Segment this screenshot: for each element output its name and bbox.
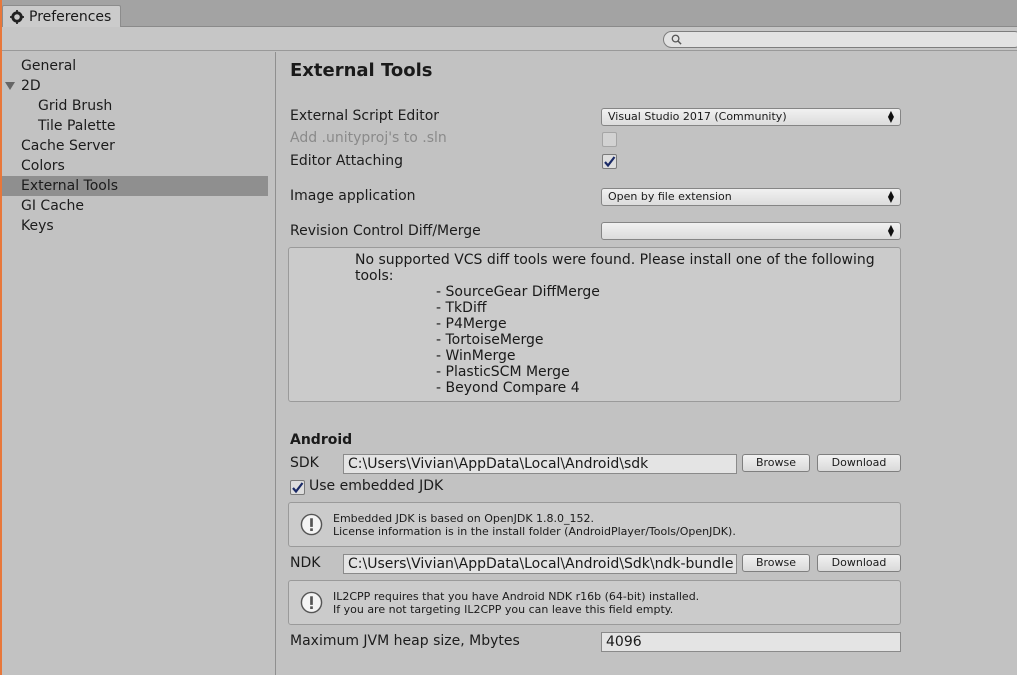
add-unityproj-label: Add .unityproj's to .sln xyxy=(290,130,447,146)
sdk-path-field[interactable]: C:\Users\Vivian\AppData\Local\Android\sd… xyxy=(343,454,737,474)
vcs-tool-item: - TortoiseMerge xyxy=(436,332,544,348)
vcs-tool-item: - SourceGear DiffMerge xyxy=(436,284,600,300)
info-icon xyxy=(300,591,323,614)
ndk-info-box: IL2CPP requires that you have Android ND… xyxy=(288,580,901,625)
ndk-path-field[interactable]: C:\Users\Vivian\AppData\Local\Android\Sd… xyxy=(343,554,737,574)
vcs-message: No supported VCS diff tools were found. … xyxy=(355,252,875,284)
add-unityproj-checkbox[interactable] xyxy=(602,132,617,147)
external-script-editor-dropdown[interactable]: Visual Studio 2017 (Community) ▲ ▼ xyxy=(601,108,901,126)
window-tab-strip: Preferences xyxy=(0,0,1017,28)
dropdown-value: Visual Studio 2017 (Community) xyxy=(608,110,787,123)
info-line: If you are not targeting IL2CPP you can … xyxy=(333,603,674,616)
sidebar-item-gi-cache[interactable]: GI Cache xyxy=(0,196,268,216)
sidebar-item-general[interactable]: General xyxy=(0,56,268,76)
sidebar-item-external-tools[interactable]: External Tools xyxy=(0,176,268,196)
sdk-label: SDK xyxy=(290,455,319,471)
info-line: License information is in the install fo… xyxy=(333,525,736,538)
tab-preferences[interactable]: Preferences xyxy=(2,5,121,28)
sidebar-item-label: External Tools xyxy=(21,178,119,194)
android-heading: Android xyxy=(290,432,353,448)
toolbar xyxy=(0,27,1017,51)
jdk-info-box: Embedded JDK is based on OpenJDK 1.8.0_1… xyxy=(288,502,901,547)
tab-title: Preferences xyxy=(29,9,112,25)
image-application-label: Image application xyxy=(290,188,416,204)
sdk-browse-button[interactable]: Browse xyxy=(742,454,810,472)
dropdown-arrows-icon: ▲ ▼ xyxy=(887,189,894,204)
vcs-tool-item: - TkDiff xyxy=(436,300,487,316)
jvm-heap-label: Maximum JVM heap size, Mbytes xyxy=(290,633,520,649)
sidebar-item-label: General xyxy=(21,58,77,74)
ndk-download-button[interactable]: Download xyxy=(817,554,901,572)
dropdown-arrows-icon: ▲ ▼ xyxy=(887,223,894,238)
sidebar-item-label: Grid Brush xyxy=(38,98,113,114)
use-embedded-jdk-label: Use embedded JDK xyxy=(309,478,444,494)
sidebar-item-label: Colors xyxy=(21,158,65,174)
use-embedded-jdk-checkbox[interactable] xyxy=(290,480,305,495)
sidebar-item-tile-palette[interactable]: Tile Palette xyxy=(0,116,268,136)
preferences-sidebar: General 2D Grid Brush Tile Palette Cache… xyxy=(0,52,276,675)
window-edge xyxy=(0,0,2,675)
info-line: IL2CPP requires that you have Android ND… xyxy=(333,590,700,603)
jdk-info-text: Embedded JDK is based on OpenJDK 1.8.0_1… xyxy=(333,512,736,538)
search-input[interactable] xyxy=(663,31,1017,48)
sidebar-item-2d[interactable]: 2D xyxy=(0,76,268,96)
vcs-tool-item: - Beyond Compare 4 xyxy=(436,380,580,396)
editor-attaching-checkbox[interactable] xyxy=(602,154,617,169)
sidebar-item-label: GI Cache xyxy=(21,198,84,214)
vcs-help-box: No supported VCS diff tools were found. … xyxy=(288,247,901,402)
sidebar-item-label: Cache Server xyxy=(21,138,115,154)
info-line: Embedded JDK is based on OpenJDK 1.8.0_1… xyxy=(333,512,595,525)
dropdown-arrows-icon: ▲ ▼ xyxy=(887,109,894,124)
external-tools-panel: External Tools External Script Editor Vi… xyxy=(277,52,1017,675)
checkmark-icon xyxy=(604,156,616,168)
sidebar-item-label: Tile Palette xyxy=(38,118,116,134)
ndk-info-text: IL2CPP requires that you have Android ND… xyxy=(333,590,699,616)
vcs-tool-item: - P4Merge xyxy=(436,316,507,332)
vcs-tool-item: - PlasticSCM Merge xyxy=(436,364,570,380)
sidebar-item-label: Keys xyxy=(21,218,54,234)
sidebar-item-label: 2D xyxy=(21,78,41,94)
external-script-editor-label: External Script Editor xyxy=(290,108,440,124)
sidebar-item-keys[interactable]: Keys xyxy=(0,216,268,236)
ndk-browse-button[interactable]: Browse xyxy=(742,554,810,572)
revision-control-dropdown[interactable]: ▲ ▼ xyxy=(601,222,901,240)
image-application-dropdown[interactable]: Open by file extension ▲ ▼ xyxy=(601,188,901,206)
revision-control-label: Revision Control Diff/Merge xyxy=(290,223,481,239)
checkmark-icon xyxy=(292,482,304,494)
gear-icon xyxy=(10,10,24,24)
info-icon xyxy=(300,513,323,536)
page-title: External Tools xyxy=(290,60,433,81)
sidebar-item-colors[interactable]: Colors xyxy=(0,156,268,176)
sidebar-item-cache-server[interactable]: Cache Server xyxy=(0,136,268,156)
jvm-heap-field[interactable]: 4096 xyxy=(601,632,901,652)
search-icon xyxy=(671,34,682,45)
editor-attaching-label: Editor Attaching xyxy=(290,153,403,169)
dropdown-value: Open by file extension xyxy=(608,190,732,203)
sdk-download-button[interactable]: Download xyxy=(817,454,901,472)
vcs-tool-item: - WinMerge xyxy=(436,348,516,364)
ndk-label: NDK xyxy=(290,555,321,571)
sidebar-item-grid-brush[interactable]: Grid Brush xyxy=(0,96,268,116)
expand-triangle-icon[interactable] xyxy=(5,82,15,90)
